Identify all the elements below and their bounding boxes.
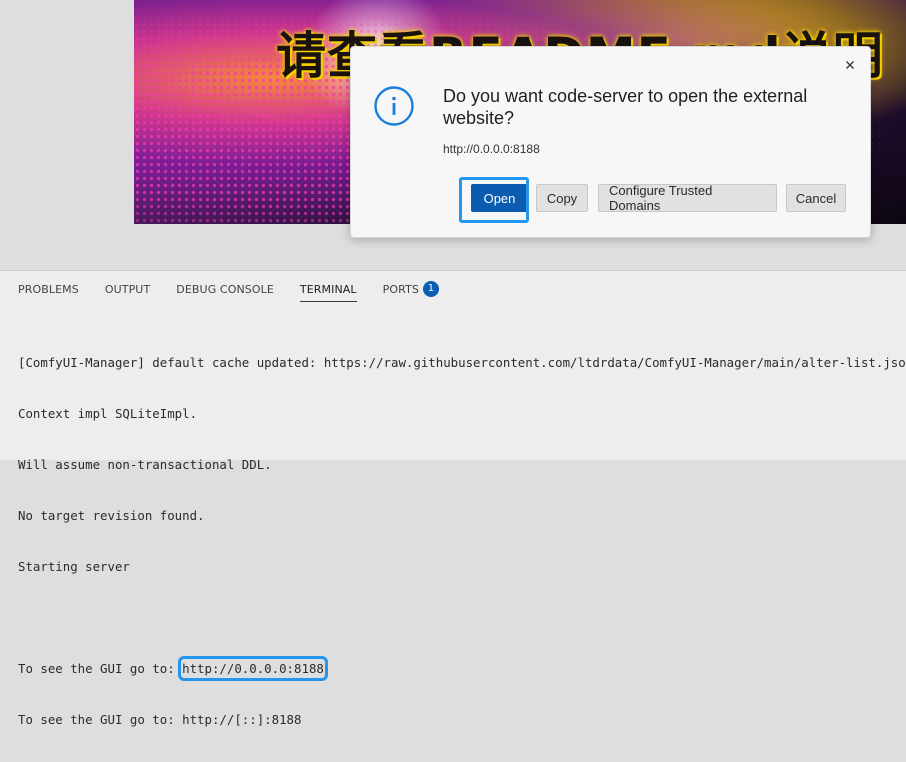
ports-count-badge: 1 [423,281,439,297]
cancel-button[interactable]: Cancel [786,184,846,212]
tab-terminal[interactable]: TERMINAL [299,283,357,302]
terminal-line: Starting server [18,559,130,574]
tab-debug-console[interactable]: DEBUG CONSOLE [176,283,274,301]
tab-label: TERMINAL [299,283,357,296]
dialog-url: http://0.0.0.0:8188 [443,142,540,156]
terminal-line-prefix: To see the GUI go to: [18,661,183,676]
configure-trusted-domains-button[interactable]: Configure Trusted Domains [598,183,777,213]
terminal-line: No target revision found. [18,508,205,523]
panel-tabs: PROBLEMS OUTPUT DEBUG CONSOLE TERMINAL P… [18,281,465,303]
copy-button[interactable]: Copy [536,184,588,212]
close-icon[interactable] [842,57,858,73]
info-icon [373,85,415,127]
tab-label: PROBLEMS [18,283,79,296]
tab-ports[interactable]: PORTS 1 [382,281,439,301]
tab-problems[interactable]: PROBLEMS [18,283,79,301]
terminal-line: Context impl SQLiteImpl. [18,406,198,421]
bottom-panel: PROBLEMS OUTPUT DEBUG CONSOLE TERMINAL P… [0,270,906,727]
terminal-link[interactable]: http://0.0.0.0:8188 [178,656,328,681]
tab-label: PORTS [382,283,419,296]
dialog-message: Do you want code-server to open the exte… [443,86,808,128]
open-button[interactable]: Open [471,184,528,212]
terminal-output[interactable]: [ComfyUI-Manager] default cache updated:… [18,320,906,762]
tab-output[interactable]: OUTPUT [105,283,150,301]
tab-label: DEBUG CONSOLE [176,283,274,296]
open-external-website-dialog: Do you want code-server to open the exte… [350,46,871,238]
tab-label: OUTPUT [104,283,151,296]
terminal-line-with-link: To see the GUI go to: http://0.0.0.0:818… [18,656,898,681]
terminal-line: [ComfyUI-Manager] default cache updated:… [18,355,906,370]
terminal-line: To see the GUI go to: http://[::]:8188 [18,712,302,727]
